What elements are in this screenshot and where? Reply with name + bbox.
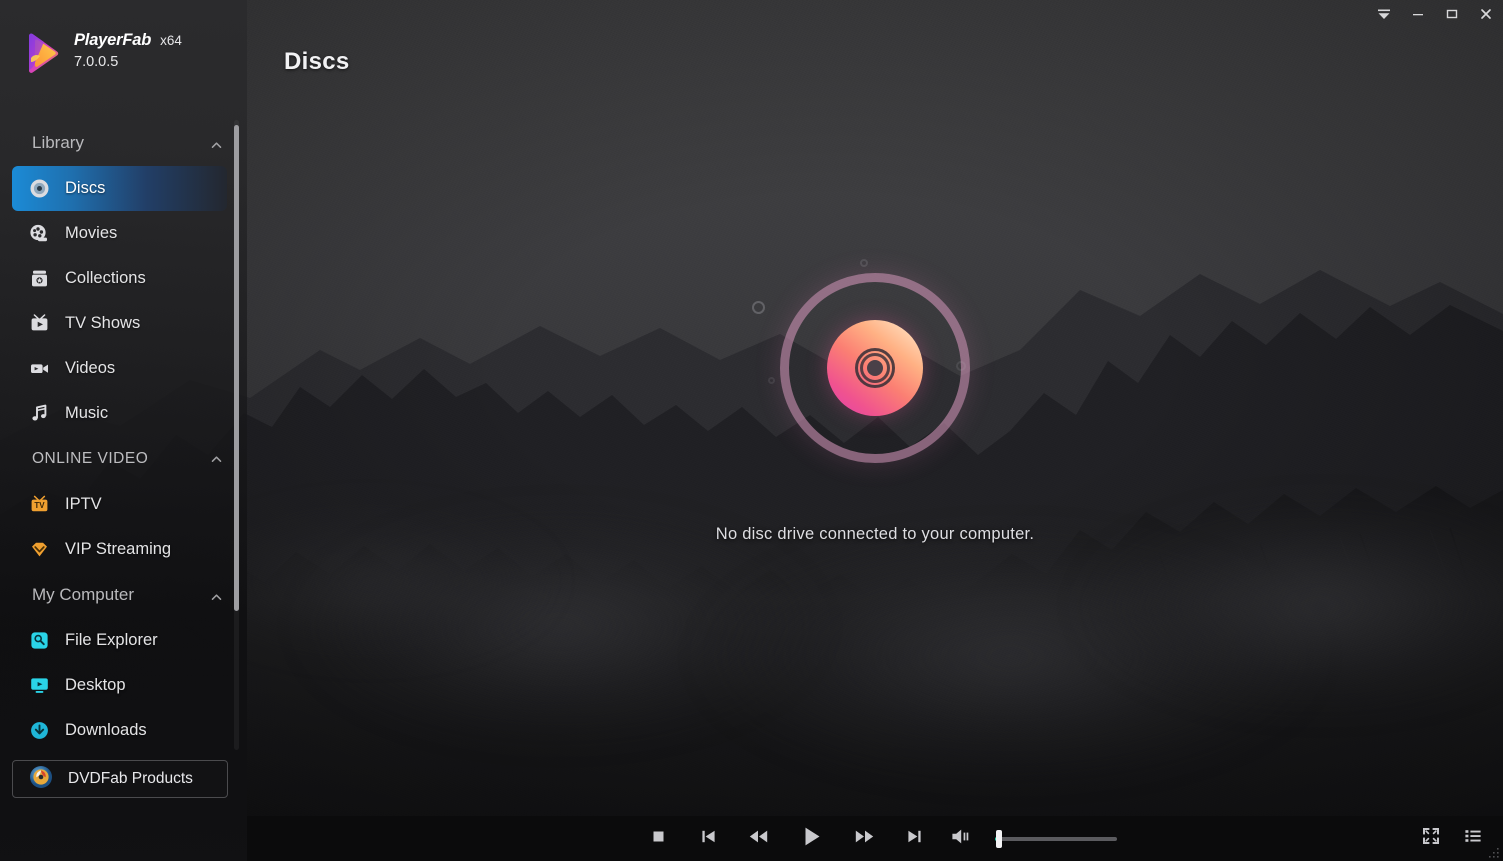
sidebar-item-vip-streaming[interactable]: VIP Streaming: [12, 527, 227, 572]
playerfab-window: Discs PlayerFab x64 7.0.0.5 Library Disc…: [0, 0, 1503, 861]
sidebar-item-label: Music: [65, 404, 109, 422]
minimize-icon[interactable]: [1401, 0, 1435, 28]
sidebar-item-downloads[interactable]: Downloads: [12, 708, 227, 750]
sidebar-item-tv-shows[interactable]: TV Shows: [12, 301, 227, 346]
sidebar-section-label: My Computer: [32, 585, 135, 604]
close-icon[interactable]: [1469, 0, 1503, 28]
brand-version: 7.0.0.5: [74, 53, 119, 70]
sidebar-item-music[interactable]: Music: [12, 391, 227, 436]
page-title: Discs: [284, 48, 350, 75]
chevron-up-icon: [210, 453, 223, 466]
brand-text: PlayerFab x64 7.0.0.5: [74, 30, 182, 71]
volume-group: [943, 816, 1117, 861]
sidebar-section-my-computer[interactable]: My Computer: [0, 572, 247, 618]
vip-diamond-icon: [28, 539, 50, 561]
sidebar: PlayerFab x64 7.0.0.5 Library Discs Movi…: [0, 0, 247, 861]
sidebar-item-desktop[interactable]: Desktop: [12, 663, 227, 708]
resize-grip-icon[interactable]: [1488, 846, 1500, 858]
film-reel-icon: [28, 223, 50, 245]
playback-control-bar: [247, 816, 1503, 861]
sidebar-item-label: Discs: [65, 179, 106, 197]
chevron-up-icon: [210, 137, 223, 150]
dvdfab-products-label: DVDFab Products: [68, 770, 193, 787]
sidebar-item-discs[interactable]: Discs: [12, 166, 227, 211]
sidebar-nav: Library Discs Movies Collections TV Show…: [0, 120, 247, 750]
sidebar-item-movies[interactable]: Movies: [12, 211, 227, 256]
volume-slider[interactable]: [995, 829, 1117, 848]
rewind-icon: [748, 826, 769, 852]
stop-button[interactable]: [633, 816, 683, 861]
play-button[interactable]: [783, 816, 839, 861]
fullscreen-button[interactable]: [1415, 816, 1447, 861]
sidebar-scrollbar-thumb[interactable]: [234, 125, 239, 611]
sidebar-item-label: TV Shows: [65, 314, 141, 332]
disc-icon: [28, 178, 50, 200]
skip-previous-icon: [699, 827, 718, 851]
volume-slider-rail: [995, 836, 1117, 841]
playerfab-logo-icon: [24, 32, 62, 74]
music-note-icon: [28, 403, 50, 425]
file-explorer-icon: [28, 630, 50, 652]
volume-button[interactable]: [943, 816, 977, 861]
dvdfab-logo-icon: [29, 765, 53, 794]
next-button[interactable]: [889, 816, 939, 861]
playback-buttons-group: [247, 816, 1503, 861]
desktop-icon: [28, 675, 50, 697]
sidebar-item-collections[interactable]: Collections: [12, 256, 227, 301]
maximize-icon[interactable]: [1435, 0, 1469, 28]
sidebar-section-label: ONLINE VIDEO: [32, 450, 149, 467]
previous-button[interactable]: [683, 816, 733, 861]
sidebar-item-label: IPTV: [65, 495, 102, 513]
rewind-button[interactable]: [733, 816, 783, 861]
sidebar-section-library[interactable]: Library: [0, 120, 247, 166]
play-icon: [799, 824, 824, 854]
playlist-icon: [1464, 827, 1482, 850]
sidebar-item-label: Collections: [65, 269, 146, 287]
sidebar-item-label: VIP Streaming: [65, 540, 172, 558]
control-bar-right-group: [1415, 816, 1489, 861]
chevron-up-icon: [210, 589, 223, 602]
brand-name: PlayerFab: [74, 31, 152, 49]
sidebar-item-label: File Explorer: [65, 631, 158, 649]
dvdfab-products-button[interactable]: DVDFab Products: [12, 760, 228, 798]
sidebar-section-label: Library: [32, 133, 84, 152]
volume-slider-handle[interactable]: [996, 829, 1002, 848]
iptv-icon: TV: [28, 494, 50, 516]
downloads-icon: [28, 720, 50, 742]
sidebar-item-label: Desktop: [65, 676, 126, 694]
collection-icon: [28, 268, 50, 290]
sidebar-item-label: Downloads: [65, 721, 147, 739]
sidebar-item-videos[interactable]: Videos: [12, 346, 227, 391]
brand-architecture: x64: [160, 33, 182, 48]
skip-next-icon: [905, 827, 924, 851]
fast-forward-icon: [854, 826, 875, 852]
fast-forward-button[interactable]: [839, 816, 889, 861]
stop-icon: [650, 828, 667, 850]
title-bar: [247, 0, 1503, 40]
menu-icon[interactable]: [1367, 0, 1401, 28]
svg-text:TV: TV: [34, 501, 45, 510]
fullscreen-icon: [1422, 827, 1440, 850]
sidebar-section-online-video[interactable]: ONLINE VIDEO: [0, 436, 247, 482]
video-camera-icon: [28, 358, 50, 380]
volume-icon: [950, 826, 971, 852]
playlist-button[interactable]: [1457, 816, 1489, 861]
sidebar-item-label: Movies: [65, 224, 118, 242]
brand-block: PlayerFab x64 7.0.0.5: [0, 0, 247, 74]
tv-show-icon: [28, 313, 50, 335]
sidebar-item-iptv[interactable]: TV IPTV: [12, 482, 227, 527]
sidebar-item-file-explorer[interactable]: File Explorer: [12, 618, 227, 663]
sidebar-item-label: Videos: [65, 359, 116, 377]
